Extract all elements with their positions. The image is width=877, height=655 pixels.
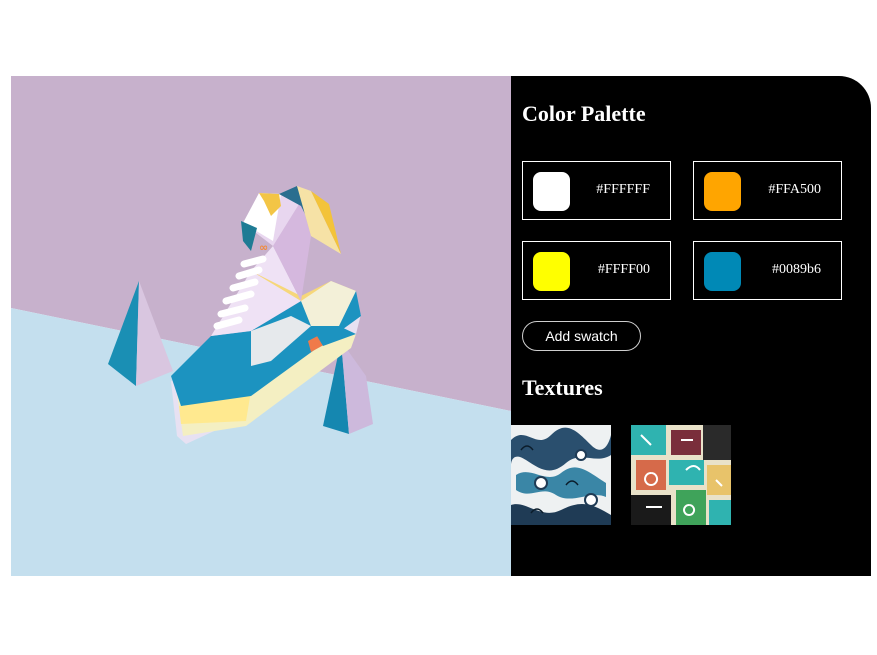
swatch-chip: [533, 252, 570, 291]
svg-text:∞: ∞: [259, 241, 268, 254]
swatch-orange[interactable]: #FFA500: [693, 161, 842, 220]
sneaker-photo: ∞: [11, 76, 511, 576]
swatch-chip: [533, 172, 570, 211]
swatch-white[interactable]: #FFFFFF: [522, 161, 671, 220]
texture-tile-2[interactable]: [631, 425, 731, 525]
swatch-hex: #FFFF00: [597, 262, 650, 277]
swatch-hex: #0089b6: [772, 262, 821, 277]
swatch-hex: #FFFFFF: [596, 182, 650, 197]
swatch-chip: [704, 252, 741, 291]
texture-tile-1[interactable]: [511, 425, 611, 525]
swatch-yellow[interactable]: #FFFF00: [522, 241, 671, 300]
swatch-chip: [704, 172, 741, 211]
swatch-blue[interactable]: #0089b6: [693, 241, 842, 300]
design-panel: Color Palette #FFFFFF #FFA500 #FFFF00 #0…: [511, 76, 871, 576]
textures-heading: Textures: [522, 375, 603, 400]
swatch-hex: #FFA500: [768, 182, 821, 197]
add-swatch-button[interactable]: Add swatch: [522, 321, 641, 351]
design-card: ∞ Color Palette #FFFFFF #FFA500 #FFFF00 …: [11, 76, 871, 576]
color-palette-heading: Color Palette: [522, 101, 646, 126]
